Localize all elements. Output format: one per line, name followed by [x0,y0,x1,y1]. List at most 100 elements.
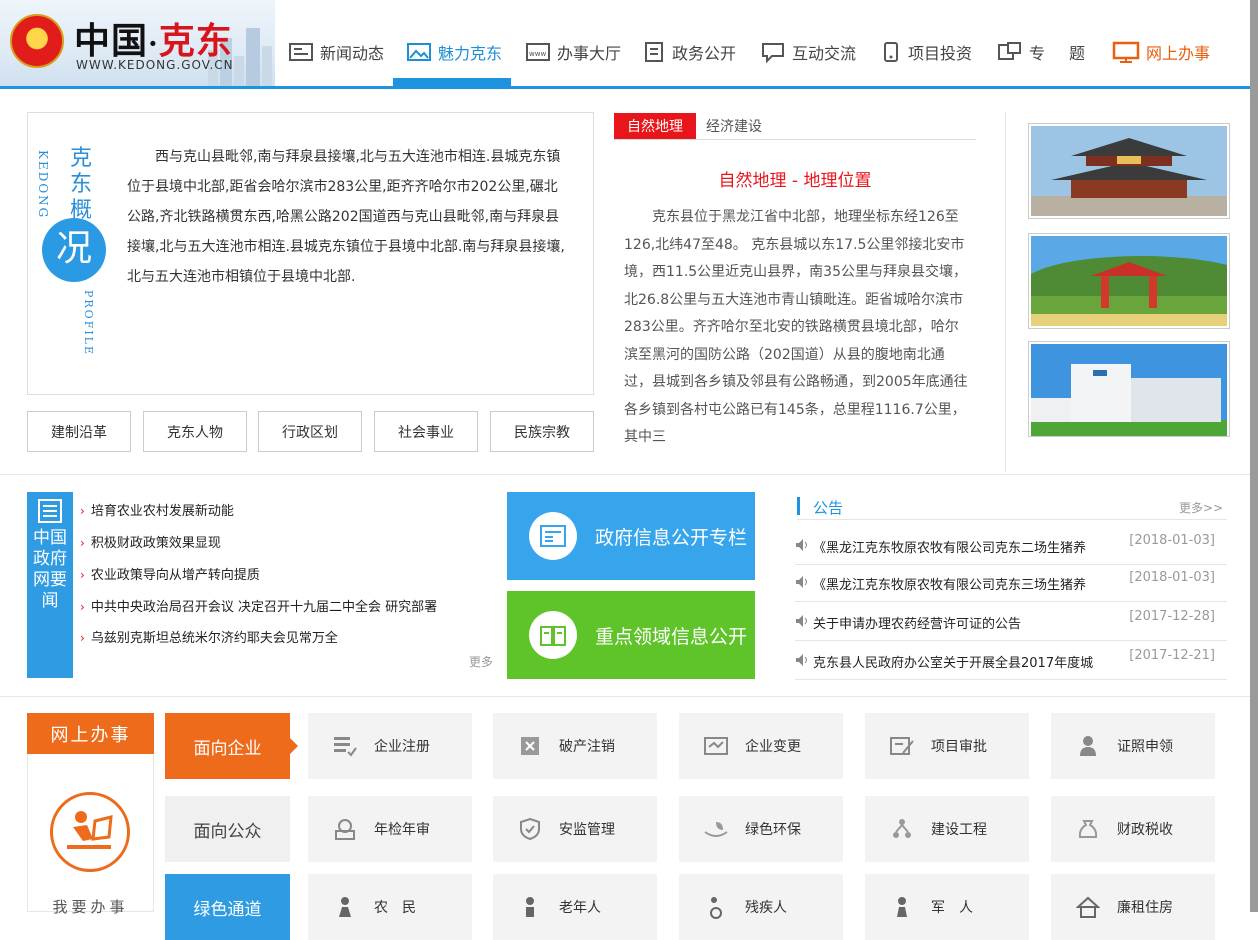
service-person-icon[interactable] [50,792,130,872]
notice-item[interactable]: 《黑龙江克东牧原农牧有限公司克东二场生猪养 [2018-01-03] [795,527,1227,565]
profile-tag-en: KEDONG [36,150,50,220]
www-icon: www [526,43,550,61]
service-environment[interactable]: 绿色环保 [679,796,843,862]
nav-government-affairs[interactable]: 政务公开 [642,32,736,72]
newspaper-icon [38,499,62,523]
news-item[interactable]: › 中共中央政治局召开会议 决定召开十九届二中全会 研究部署 [80,596,437,615]
service-annual-inspection[interactable]: 年检年审 [308,796,472,862]
tab-natural-geography[interactable]: 自然地理 [614,113,696,139]
service-license[interactable]: 证照申领 [1051,713,1215,779]
news-item[interactable]: › 积极财政政策效果显现 [80,532,221,551]
elderly-icon [515,892,545,922]
nav-topics[interactable]: 专 题 [997,32,1089,72]
news-more-link[interactable]: 更多 [469,653,493,670]
topic-icon [998,42,1021,60]
photo-gate[interactable] [1028,233,1230,329]
news-item[interactable]: › 乌兹别克斯坦总统米尔济约耶夫会见常万全 [80,627,338,646]
service-low-rent-housing[interactable]: 廉租住房 [1051,874,1215,940]
edit-doc-icon [887,731,917,761]
site-title[interactable]: 中国·克东 [74,12,233,64]
leaf-hand-icon [701,814,731,844]
soldier-icon [887,892,917,922]
service-military[interactable]: 军 人 [865,874,1029,940]
gate-image [1029,236,1229,326]
category-green-channel[interactable]: 绿色通道 [165,874,290,940]
service-bankruptcy[interactable]: 破产注销 [493,713,657,779]
news-icon [289,43,313,61]
notice-title: 公告 [813,499,844,517]
site-header: 中国·克东 WWW.KEDONG.GOV.CN 新闻动态 魅力克东 www 办事… [0,0,1258,89]
gov-news-label: 中国政府网要闻 [27,492,73,678]
chevron-right-icon: › [80,631,85,645]
service-finance-tax[interactable]: 财政税收 [1051,796,1215,862]
notice-divider [797,519,1227,520]
social-affairs-button[interactable]: 社会事业 [374,411,478,452]
news-item[interactable]: › 农业政策导向从增产转向提质 [80,564,260,583]
notice-item[interactable]: 克东县人民政府办公室关于开展全县2017年度城 [2017-12-21] [795,642,1227,680]
shield-icon [515,814,545,844]
nav-charm-kedong[interactable]: 魅力克东 [406,32,502,72]
photo-factory[interactable] [1028,341,1230,437]
tab-economic-construction[interactable]: 经济建设 [706,113,762,139]
column-divider [1005,112,1006,472]
nav-service-hall[interactable]: www 办事大厅 [525,32,621,72]
book-icon [529,611,577,659]
news-doc-icon [529,512,577,560]
nav-active-indicator [393,78,511,86]
news-item[interactable]: › 培育农业农村发展新动能 [80,500,234,519]
profile-text: 西与克山县毗邻,南与拜泉县接壤,北与五大连池市相连.县城克东镇位于县境中北部,距… [127,149,565,285]
figures-button[interactable]: 克东人物 [143,411,247,452]
history-button[interactable]: 建制沿革 [27,411,131,452]
nav-interaction[interactable]: 互动交流 [760,32,856,72]
article-body: 克东县位于黑龙江省中北部，地理坐标东经126至126,北纬47至48。 克东县城… [624,209,968,445]
speaker-icon [796,539,807,551]
picture-icon [407,43,431,61]
service-construction[interactable]: 建设工程 [865,796,1029,862]
chevron-right-icon: › [80,568,85,582]
wheelchair-icon [701,892,731,922]
notice-item[interactable]: 《黑龙江克东牧原农牧有限公司克东三场生猪养 [2018-01-03] [795,564,1227,602]
profile-circle-badge: 况 [42,218,106,282]
article-title[interactable]: 自然地理 - 地理位置 [614,166,976,191]
section-divider-2 [0,696,1250,697]
photo-pavilion[interactable] [1028,123,1230,219]
key-areas-disclosure-button[interactable]: 重点领域信息公开 [507,591,755,679]
inbox-icon [330,814,360,844]
money-bag-icon [1073,814,1103,844]
service-company-change[interactable]: 企业变更 [679,713,843,779]
speaker-icon [796,576,807,588]
org-chart-icon [887,814,917,844]
chevron-right-icon: › [80,536,85,550]
divisions-button[interactable]: 行政区划 [258,411,362,452]
gov-info-disclosure-button[interactable]: 政府信息公开专栏 [507,492,755,580]
ethnic-religion-button[interactable]: 民族宗教 [490,411,594,452]
profile-tag-cn: 克东概 [70,146,93,223]
category-public[interactable]: 面向公众 [165,796,290,862]
site-url: WWW.KEDONG.GOV.CN [76,58,234,72]
service-safety[interactable]: 安监管理 [493,796,657,862]
service-company-registration[interactable]: 企业注册 [308,713,472,779]
nav-online-service[interactable]: 网上办事 [1112,32,1210,72]
category-active-arrow [290,738,298,754]
header-divider [0,86,1258,89]
close-box-icon [515,731,545,761]
notice-item[interactable]: 关于申请办理农药经营许可证的公告 [2017-12-28] [795,603,1227,641]
pavilion-image [1031,126,1227,216]
category-enterprise[interactable]: 面向企业 [165,713,290,779]
section-divider-1 [0,474,1250,475]
i-want-service-label[interactable]: 我要办事 [27,896,154,917]
service-farmers[interactable]: 农 民 [308,874,472,940]
speaker-icon [796,654,807,666]
service-disabled[interactable]: 残疾人 [679,874,843,940]
tab-divider [614,139,976,140]
profile-tag-en-2: PROFILE [82,290,95,357]
notice-accent-bar [797,497,800,515]
nav-news[interactable]: 新闻动态 [288,32,384,72]
national-emblem-icon [10,14,64,68]
notice-more-link[interactable]: 更多>> [1179,499,1223,516]
service-elderly[interactable]: 老年人 [493,874,657,940]
nav-project-investment[interactable]: 项目投资 [880,32,972,72]
scrollbar-track[interactable] [1250,0,1258,912]
chevron-right-icon: › [80,600,85,614]
service-project-approval[interactable]: 项目审批 [865,713,1029,779]
